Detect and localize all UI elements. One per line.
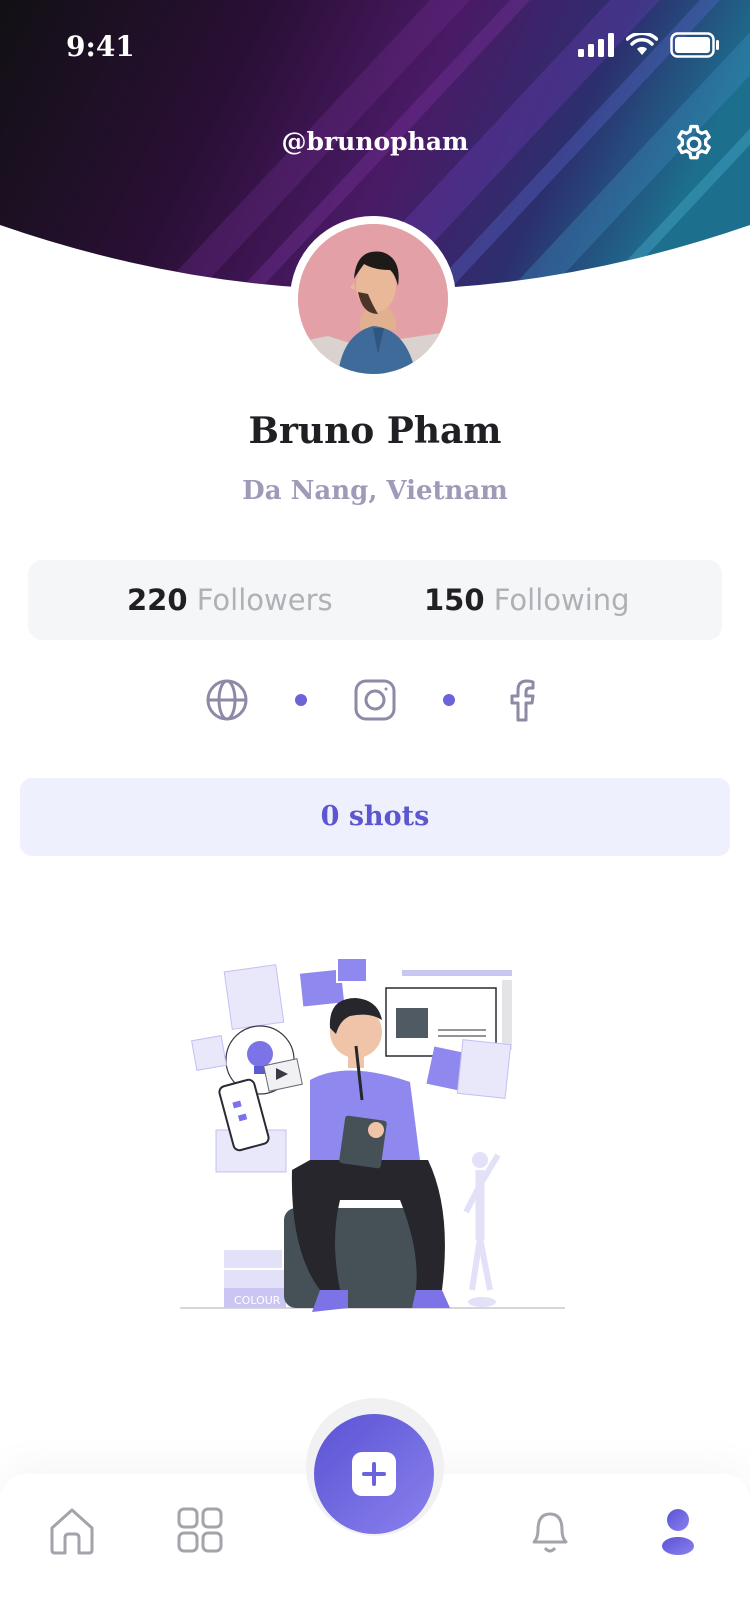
avatar[interactable] [298, 224, 448, 374]
profile-location: Da Nang, Vietnam [242, 476, 508, 506]
following-count: 150 [424, 583, 485, 617]
facebook-icon[interactable] [499, 676, 547, 724]
separator-dot [295, 694, 307, 706]
battery-icon [670, 32, 719, 58]
status-icons [578, 32, 720, 58]
plus-icon [352, 1452, 396, 1496]
followers-stat[interactable]: 220 Followers [127, 583, 333, 617]
shots-count-button[interactable]: 0 shots [20, 778, 730, 856]
wifi-icon [626, 33, 658, 55]
signal-icon [578, 33, 614, 57]
following-label: Following [493, 583, 630, 617]
followers-count: 220 [127, 583, 188, 617]
bell-icon[interactable] [526, 1506, 574, 1556]
avatar-photo [298, 224, 448, 374]
home-icon[interactable] [48, 1506, 96, 1556]
separator-dot [443, 694, 455, 706]
followers-label: Followers [196, 583, 333, 617]
book-label: COLOUR [234, 1294, 281, 1307]
avatar-ring [290, 216, 456, 382]
instagram-icon[interactable] [351, 676, 399, 724]
status-time: 9:41 [66, 30, 135, 63]
username-handle: @brunopham [281, 127, 469, 156]
profile-icon[interactable] [654, 1506, 702, 1556]
globe-icon[interactable] [203, 676, 251, 724]
following-stat[interactable]: 150 Following [424, 583, 630, 617]
add-button[interactable] [314, 1414, 434, 1534]
stats-card: 220 Followers 150 Following [28, 560, 722, 640]
empty-state-illustration: COLOUR [180, 957, 565, 1312]
settings-gear-icon[interactable] [672, 122, 716, 166]
grid-icon[interactable] [176, 1506, 224, 1556]
profile-name: Bruno Pham [248, 410, 502, 452]
